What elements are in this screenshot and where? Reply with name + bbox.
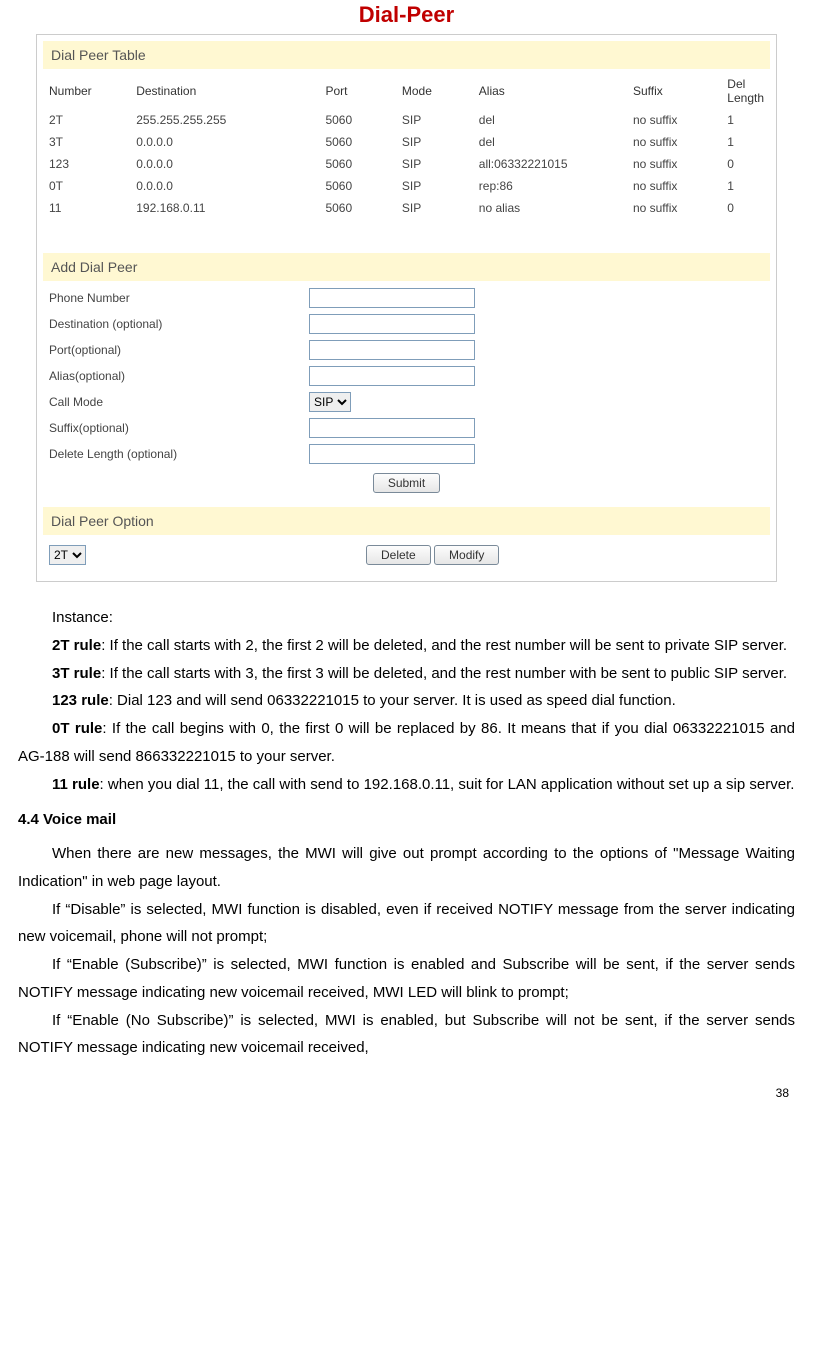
input-dest[interactable] xyxy=(309,314,475,334)
label-alias: Alias(optional) xyxy=(49,369,309,383)
table-cell: 0 xyxy=(721,197,770,219)
dial-peer-panel: Dial Peer Table Number Destination Port … xyxy=(36,34,777,582)
table-cell: 5060 xyxy=(319,197,395,219)
vm-para-1: When there are new messages, the MWI wil… xyxy=(18,840,795,896)
col-destination: Destination xyxy=(130,73,319,109)
table-cell: 1 xyxy=(721,131,770,153)
col-dellength: Del Length xyxy=(721,73,770,109)
table-cell: SIP xyxy=(396,175,473,197)
row-callmode: Call Mode SIP xyxy=(43,389,770,415)
table-header-row: Number Destination Port Mode Alias Suffi… xyxy=(43,73,770,109)
page-title: Dial-Peer xyxy=(18,2,795,28)
table-cell: SIP xyxy=(396,131,473,153)
table-cell: 255.255.255.255 xyxy=(130,109,319,131)
col-mode: Mode xyxy=(396,73,473,109)
label-port: Port(optional) xyxy=(49,343,309,357)
table-cell: no alias xyxy=(473,197,627,219)
row-dellen: Delete Length (optional) xyxy=(43,441,770,467)
col-alias: Alias xyxy=(473,73,627,109)
dial-peer-table: Number Destination Port Mode Alias Suffi… xyxy=(43,73,770,219)
table-cell: del xyxy=(473,109,627,131)
table-cell: 1 xyxy=(721,175,770,197)
table-cell: no suffix xyxy=(627,175,721,197)
table-cell: 3T xyxy=(43,131,130,153)
table-cell: 123 xyxy=(43,153,130,175)
table-cell: no suffix xyxy=(627,153,721,175)
label-suffix: Suffix(optional) xyxy=(49,421,309,435)
table-cell: all:06332221015 xyxy=(473,153,627,175)
submit-button[interactable]: Submit xyxy=(373,473,440,493)
rule-0t: 0T rule: If the call begins with 0, the … xyxy=(18,715,795,771)
dial-peer-option-header: Dial Peer Option xyxy=(43,507,770,535)
label-callmode: Call Mode xyxy=(49,395,309,409)
vm-para-4: If “Enable (No Subscribe)” is selected, … xyxy=(18,1007,795,1063)
input-phone[interactable] xyxy=(309,288,475,308)
table-cell: SIP xyxy=(396,197,473,219)
select-dialpeer-option[interactable]: 2T xyxy=(49,545,86,565)
table-cell: 11 xyxy=(43,197,130,219)
table-cell: 5060 xyxy=(319,109,395,131)
col-port: Port xyxy=(319,73,395,109)
row-alias: Alias(optional) xyxy=(43,363,770,389)
table-cell: del xyxy=(473,131,627,153)
table-cell: 0.0.0.0 xyxy=(130,131,319,153)
row-port: Port(optional) xyxy=(43,337,770,363)
table-cell: 192.168.0.11 xyxy=(130,197,319,219)
rule-11: 11 rule: when you dial 11, the call with… xyxy=(18,771,795,799)
table-cell: SIP xyxy=(396,153,473,175)
label-dellen: Delete Length (optional) xyxy=(49,447,309,461)
table-row: 3T0.0.0.05060SIPdelno suffix1 xyxy=(43,131,770,153)
table-cell: 0.0.0.0 xyxy=(130,175,319,197)
input-alias[interactable] xyxy=(309,366,475,386)
rule-3t: 3T rule: If the call starts with 3, the … xyxy=(18,660,795,688)
table-cell: 2T xyxy=(43,109,130,131)
row-phone: Phone Number xyxy=(43,285,770,311)
body-text: Instance: 2T rule: If the call starts wi… xyxy=(18,604,795,1062)
rule-123: 123 rule: Dial 123 and will send 0633222… xyxy=(18,687,795,715)
table-cell: no suffix xyxy=(627,109,721,131)
label-phone: Phone Number xyxy=(49,291,309,305)
delete-button[interactable]: Delete xyxy=(366,545,431,565)
select-callmode[interactable]: SIP xyxy=(309,392,351,412)
input-suffix[interactable] xyxy=(309,418,475,438)
table-cell: 0 xyxy=(721,153,770,175)
table-cell: no suffix xyxy=(627,197,721,219)
table-cell: 5060 xyxy=(319,153,395,175)
col-number: Number xyxy=(43,73,130,109)
table-cell: 0.0.0.0 xyxy=(130,153,319,175)
row-dest: Destination (optional) xyxy=(43,311,770,337)
input-port[interactable] xyxy=(309,340,475,360)
table-row: 2T255.255.255.2555060SIPdelno suffix1 xyxy=(43,109,770,131)
section-4-4: 4.4 Voice mail xyxy=(18,806,795,834)
input-dellen[interactable] xyxy=(309,444,475,464)
add-dial-peer-header: Add Dial Peer xyxy=(43,253,770,281)
table-cell: 1 xyxy=(721,109,770,131)
table-cell: 5060 xyxy=(319,131,395,153)
table-cell: 0T xyxy=(43,175,130,197)
table-cell: SIP xyxy=(396,109,473,131)
table-row: 1230.0.0.05060SIPall:06332221015no suffi… xyxy=(43,153,770,175)
modify-button[interactable]: Modify xyxy=(434,545,499,565)
table-row: 11192.168.0.115060SIPno aliasno suffix0 xyxy=(43,197,770,219)
vm-para-3: If “Enable (Subscribe)” is selected, MWI… xyxy=(18,951,795,1007)
vm-para-2: If “Disable” is selected, MWI function i… xyxy=(18,896,795,952)
table-row: 0T0.0.0.05060SIPrep:86no suffix1 xyxy=(43,175,770,197)
table-cell: 5060 xyxy=(319,175,395,197)
table-cell: rep:86 xyxy=(473,175,627,197)
rule-2t: 2T rule: If the call starts with 2, the … xyxy=(18,632,795,660)
label-dest: Destination (optional) xyxy=(49,317,309,331)
row-suffix: Suffix(optional) xyxy=(43,415,770,441)
table-cell: no suffix xyxy=(627,131,721,153)
page-number: 38 xyxy=(18,1086,795,1100)
col-suffix: Suffix xyxy=(627,73,721,109)
dial-peer-table-header: Dial Peer Table xyxy=(43,41,770,69)
instance-label: Instance: xyxy=(18,604,795,632)
